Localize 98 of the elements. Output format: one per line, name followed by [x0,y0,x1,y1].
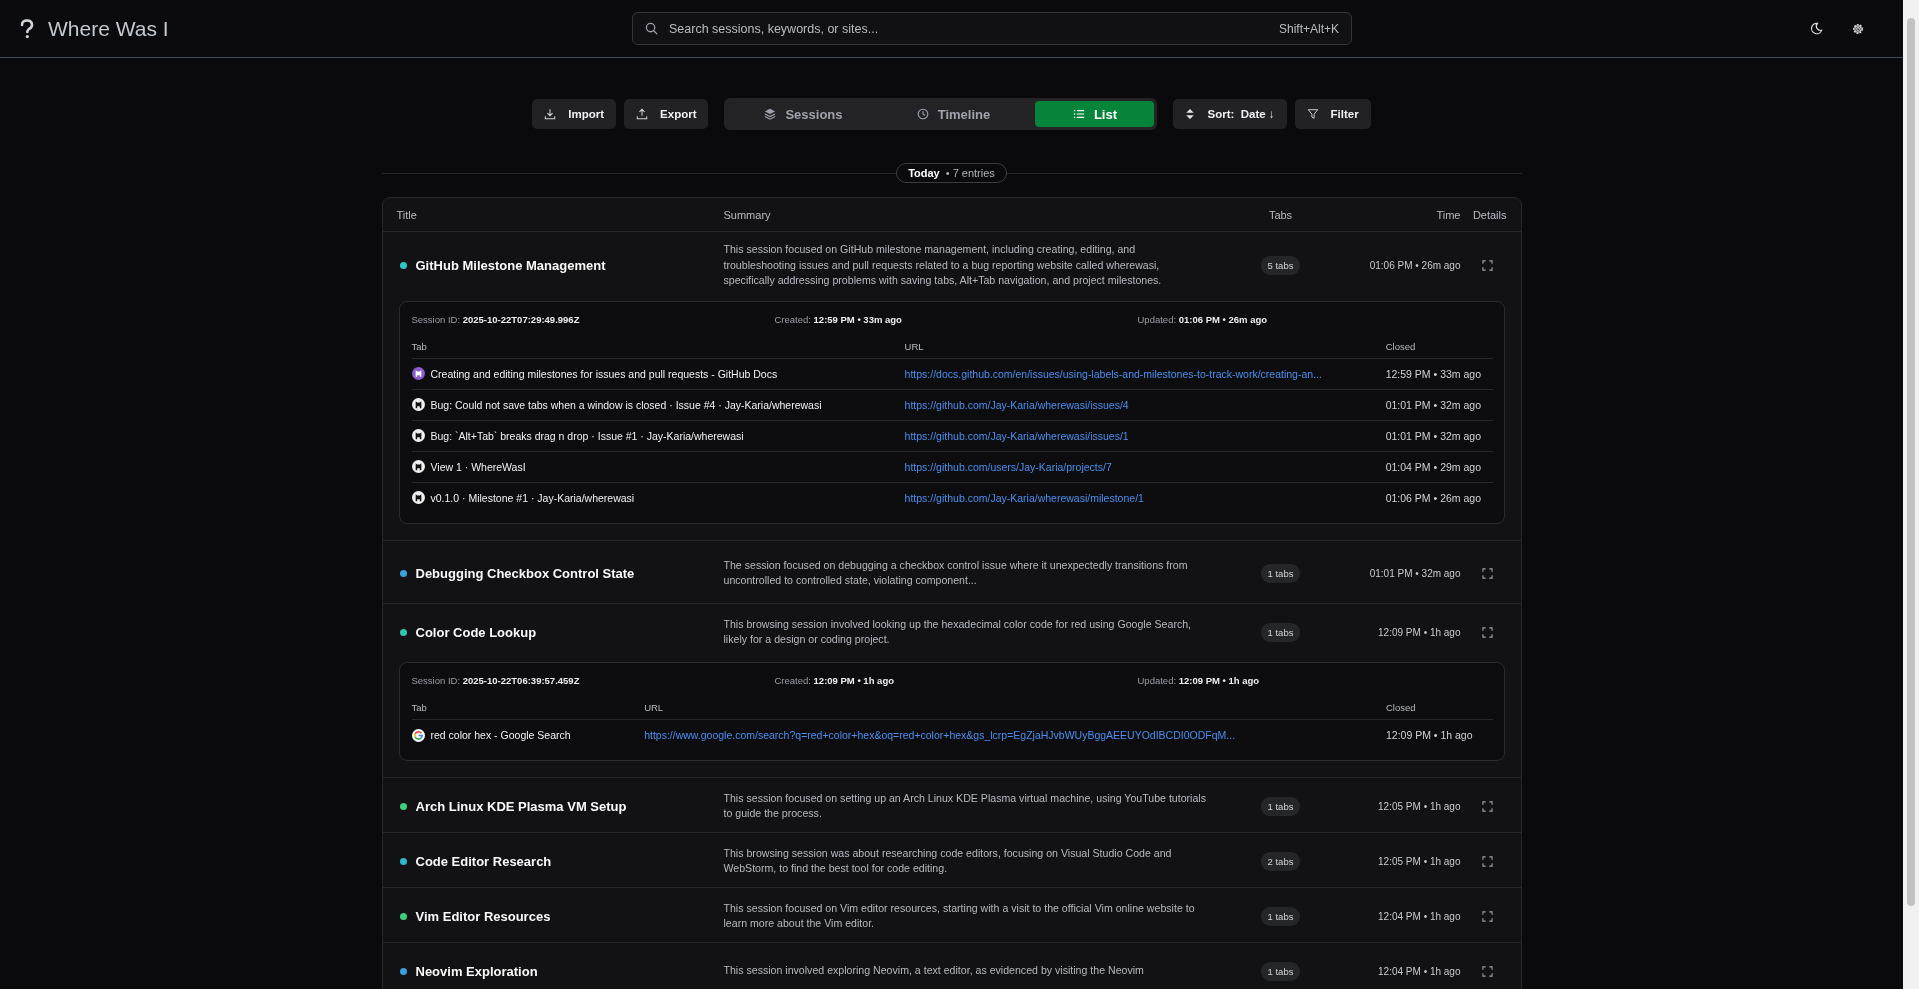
session-title: Color Code Lookup [415,624,537,640]
column-header: Closed [1385,340,1493,358]
column-header: Tabs [1268,208,1293,221]
expand-icon[interactable] [1481,626,1493,638]
filter-button[interactable]: Filter [1294,99,1371,129]
tab-count: 1 tabs [1260,962,1301,981]
column-header: URL [904,340,1386,358]
expand-icon[interactable] [1481,800,1493,812]
shortcut-hint: Shift+Alt+K [1278,22,1339,36]
tab-title: Bug: Could not save tabs when a window is closed · Issue #4 · Jay-Karia/wherewasi [411,389,905,421]
session-title: Vim Editor Resources [415,908,551,924]
session-summary: This session focused on setting up an Arch Linux KDE Plasma virtual machine, using YouTube tutorials to guide the process. [723,790,1207,821]
session-id: Session ID: 2025-10-22T07:29:49.996Z [411,313,581,325]
session-time: 12:05 PM • 1h ago [1378,800,1461,812]
sort-button[interactable]: Sort: Date ↓ [1173,99,1287,129]
session-time: 01:06 PM • 26m ago [1369,259,1461,271]
tab-count: 5 tabs [1260,256,1301,276]
session-row[interactable]: Arch Linux KDE Plasma VM Setup This session focused on setting up an Arch Linux KDE Plasma virtual machine, using YouTube tutorials to guide the process. 1 tabs 12:05 PM • 1h ago [382,778,1521,833]
session-summary: This browsing session involved looking up the hexadecimal color code for red using Google Search, likely for a design or coding project. [723,616,1193,647]
tab-count: 1 tabs [1260,564,1301,583]
session-id: Session ID: 2025-10-22T06:39:57.459Z [411,675,581,686]
created-time: Created: 12:09 PM • 1h ago [774,675,895,686]
view-tab[interactable]: Sessions [727,101,880,127]
session-time: 01:01 PM • 32m ago [1369,567,1461,579]
tab-url-link[interactable]: https://www.google.com/search?q=red+color+hex&oq=red+color+hex&gs_lcrp=EgZjaHJvbWUyBggAEEUYOdIBCDI0ODFqM... [644,729,1236,741]
tab-count: 1 tabs [1260,907,1301,926]
expand-icon[interactable] [1481,855,1493,867]
session-title: Code Editor Research [415,853,552,869]
scrollbar[interactable] [1903,0,1919,989]
settings-icon[interactable] [1851,21,1865,36]
tab-title: Creating and editing milestones for issues and pull requests - GitHub Docs [411,358,905,390]
tab-count: 1 tabs [1260,623,1301,642]
expand-icon[interactable] [1481,965,1493,977]
created-time: Created: 12:59 PM • 33m ago [774,313,903,325]
import-button[interactable]: Import [532,99,617,129]
session-title: Debugging Checkbox Control State [415,565,635,581]
tab-url-link[interactable]: https://github.com/Jay-Karia/wherewasi/issues/1 [904,430,1129,442]
question-mark-icon [20,18,34,39]
column-header: Tab [411,340,905,358]
group-label: Today [908,167,940,179]
entry-count: • 7 entries [945,167,995,179]
column-header: Closed [1385,702,1493,720]
session-summary: This browsing session was about researching code editors, focusing on Visual Studio Code and WebStorm, to find the best tool for code editing. [723,845,1173,876]
updated-time: Updated: 12:09 PM • 1h ago [1137,675,1261,686]
tab-title: View 1 · WhereWasI [411,451,905,483]
closed-time: 12:09 PM • 1h ago [1385,719,1493,750]
session-summary: This session involved exploring Neovim, a text editor, as evidenced by visiting the Neovim [723,963,1145,979]
layers-icon [764,108,777,120]
expand-icon[interactable] [1481,567,1493,579]
column-header: Summary [723,208,772,221]
tab-url-link[interactable]: https://github.com/Jay-Karia/wherewasi/milestone/1 [904,492,1144,504]
download-icon [544,108,557,120]
tab-title: red color hex - Google Search [411,720,645,750]
upload-icon [636,108,649,120]
session-title: Neovim Exploration [415,963,538,979]
closed-time: 01:01 PM • 32m ago [1385,389,1493,421]
google-icon [411,728,425,742]
column-header: Details [1472,208,1507,221]
clock-icon [916,108,929,120]
session-time: 12:05 PM • 1h ago [1378,855,1461,867]
session-time: 12:04 PM • 1h ago [1378,965,1461,977]
session-title: GitHub Milestone Management [415,257,606,273]
column-header: Time [1436,208,1461,221]
closed-time: 12:59 PM • 33m ago [1385,358,1493,390]
session-summary: The session focused on debugging a checkbox control issue where it unexpectedly transitions from uncontrolled to controlled state, violating component... [723,557,1189,588]
session-row[interactable]: Neovim Exploration This session involved exploring Neovim, a text editor, as evidenced by visiting the Neovim 1 tabs 12:04 PM • 1h ago [382,943,1521,989]
moon-icon[interactable] [1810,22,1823,35]
tab-count: 1 tabs [1260,797,1301,816]
session-row[interactable]: Vim Editor Resources This session focused on Vim editor resources, starting with a visit to the official Vim online website to learn more about the Vim editor. 1 tabs 12:04 PM • 1h ago [382,888,1521,943]
updated-time: Updated: 01:06 PM • 26m ago [1137,313,1269,325]
tab-count: 2 tabs [1260,852,1301,871]
list-icon [1072,108,1085,120]
session-title: Arch Linux KDE Plasma VM Setup [415,798,627,814]
closed-time: 01:04 PM • 29m ago [1385,451,1493,483]
closed-time: 01:01 PM • 32m ago [1385,420,1493,452]
search-icon [645,22,658,35]
column-header: URL [644,702,1386,720]
expand-icon[interactable] [1481,910,1493,922]
tab-url-link[interactable]: https://github.com/Jay-Karia/wherewasi/issues/4 [904,399,1129,411]
view-tab[interactable]: List [1035,101,1155,127]
session-summary: This session focused on Vim editor resources, starting with a visit to the official Vim online website to learn more about the Vim editor. [723,900,1196,931]
tab-url-link[interactable]: https://docs.github.com/en/issues/using-labels-and-milestones-to-track-work/creating-an... [904,367,1322,380]
column-header: Tab [411,702,645,720]
app-title: Where Was I [48,16,169,41]
filter-icon [1306,108,1319,120]
session-summary: This session focused on GitHub milestone management, including creating, editing, and troubleshooting issues and pull requests related to a bug reporting website called wherewasi, specifically addressing problems with saving tabs, Alt+Tab navigation, and project milestones. [723,242,1163,288]
export-button[interactable]: Export [624,99,709,129]
tab-title: v0.1.0 · Milestone #1 · Jay-Karia/wherewasi [411,482,905,513]
column-header: Title [395,208,418,221]
session-time: 12:04 PM • 1h ago [1378,910,1461,922]
tab-title: Bug: `Alt+Tab` breaks drag n drop · Issue #1 · Jay-Karia/wherewasi [411,420,905,452]
view-tab[interactable]: Timeline [879,101,1028,127]
tab-url-link[interactable]: https://github.com/users/Jay-Karia/projects/7 [904,461,1112,473]
expand-icon[interactable] [1481,259,1493,271]
session-time: 12:09 PM • 1h ago [1378,626,1461,638]
session-row[interactable]: Code Editor Research This browsing session was about researching code editors, focusing on Visual Studio Code and WebStorm, to find the best tool for code editing. 2 tabs 12:05 PM • 1h ago [382,833,1521,888]
closed-time: 01:06 PM • 26m ago [1385,482,1493,513]
sort-icon [1185,108,1196,120]
